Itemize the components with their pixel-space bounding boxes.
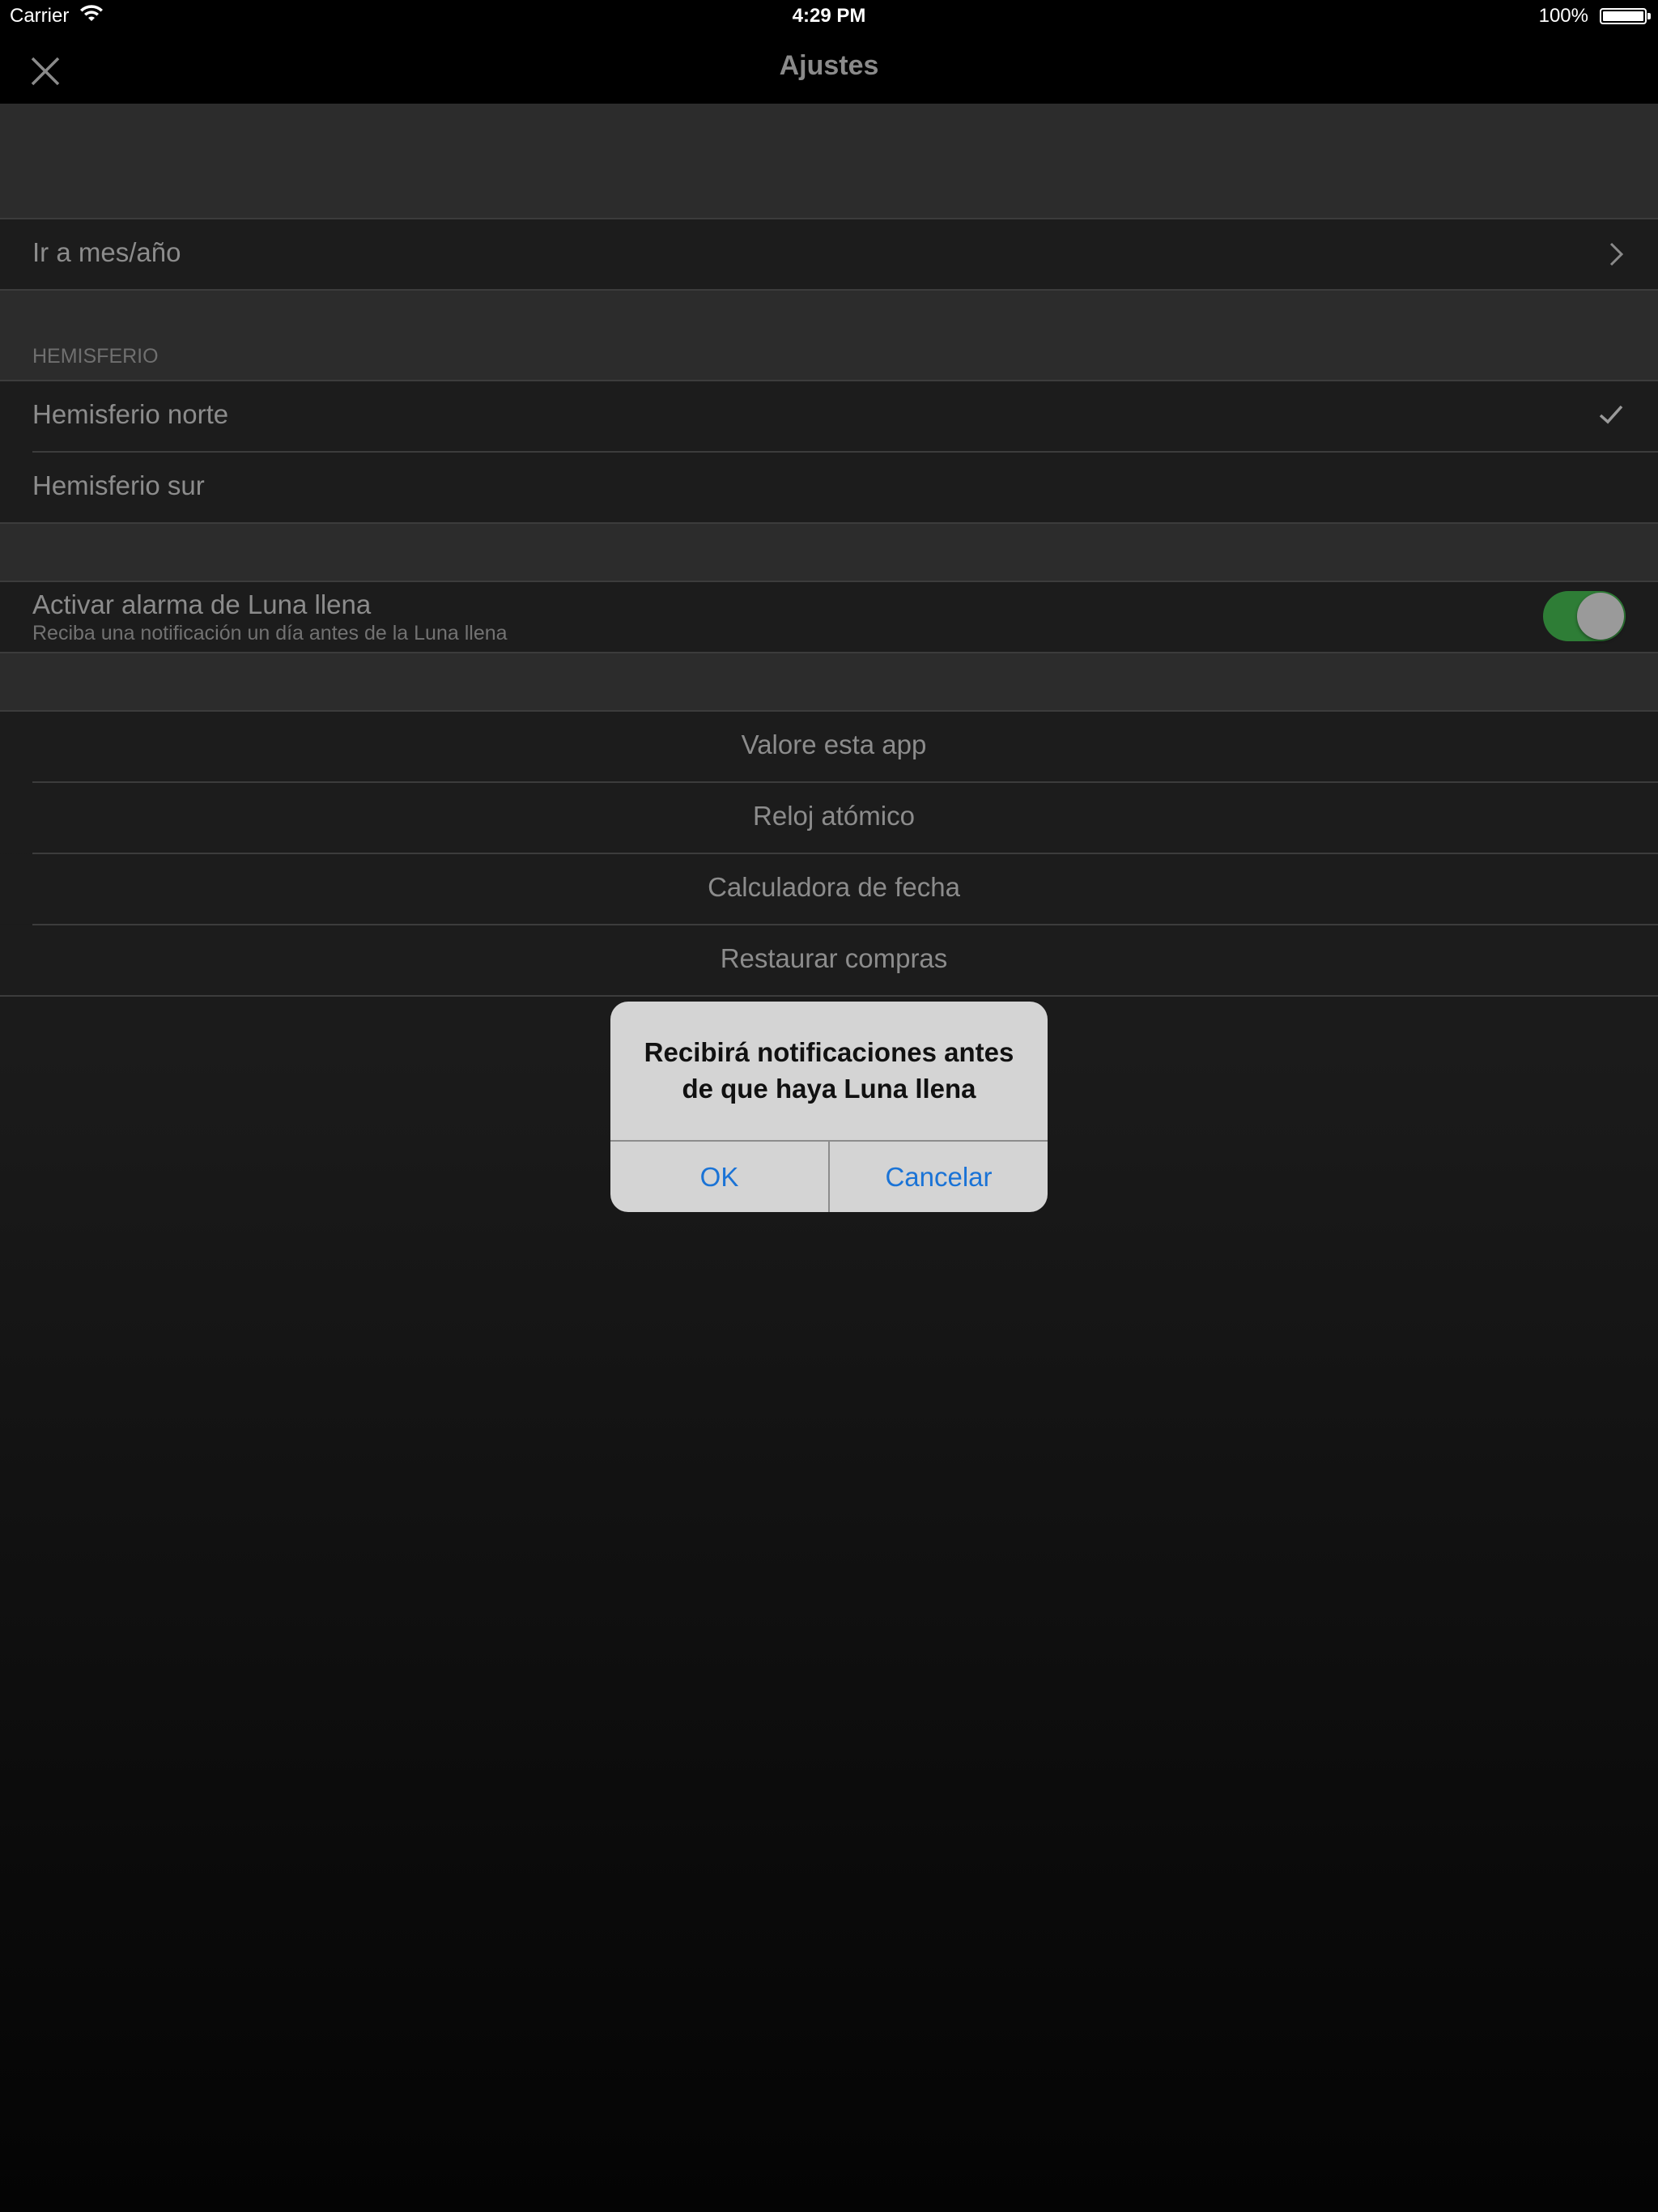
section-spacer: [0, 291, 1658, 381]
atomic-clock-label: Reloj atómico: [753, 801, 915, 831]
battery-percent: 100%: [1538, 5, 1588, 27]
full-moon-alarm-title: Activar alarma de Luna llena: [32, 589, 372, 619]
alert-message-line-1: Recibirá notificaciones antes: [644, 1037, 1014, 1067]
hemisphere-section-header: HEMISFERIO: [32, 345, 159, 368]
section-spacer: [0, 104, 1658, 219]
full-moon-alarm-subtitle: Reciba una notificación un día antes de …: [32, 622, 508, 644]
alert-message-line-2: de que haya Luna llena: [682, 1074, 976, 1104]
toggle-knob: [1577, 593, 1624, 640]
status-bar: Carrier 4:29 PM 100%: [0, 0, 1658, 32]
page-title: Ajustes: [779, 50, 879, 81]
goto-month-year-label: Ir a mes/año: [32, 237, 181, 267]
checkmark-icon: [1599, 405, 1623, 424]
hemisphere-south-row[interactable]: [0, 453, 1658, 522]
hemisphere-south-label: Hemisferio sur: [32, 470, 205, 500]
battery-icon: [1600, 8, 1651, 24]
divider: [0, 995, 1658, 997]
alert-message: Recibirá notificaciones antes de que hay…: [635, 1034, 1023, 1107]
alert-dialog: Recibirá notificaciones antes de que hay…: [610, 1002, 1048, 1212]
alert-ok-button[interactable]: OK: [610, 1142, 828, 1212]
chevron-right-icon: [1609, 242, 1624, 266]
hemisphere-north-row[interactable]: [0, 381, 1658, 451]
restore-purchases-label: Restaurar compras: [720, 943, 948, 973]
section-spacer: [0, 653, 1658, 711]
hemisphere-north-label: Hemisferio norte: [32, 399, 229, 429]
rate-app-label: Valore esta app: [741, 730, 927, 759]
goto-month-year-row[interactable]: [0, 219, 1658, 289]
full-moon-alarm-toggle[interactable]: [1543, 591, 1626, 641]
section-spacer: [0, 524, 1658, 581]
settings-screen: Carrier 4:29 PM 100% Ajustes Ir a mes/añ…: [0, 0, 1658, 2212]
alert-cancel-button[interactable]: Cancelar: [830, 1142, 1048, 1212]
status-time: 4:29 PM: [792, 5, 866, 27]
date-calculator-label: Calculadora de fecha: [708, 872, 960, 902]
navigation-bar: Ajustes: [0, 32, 1658, 104]
